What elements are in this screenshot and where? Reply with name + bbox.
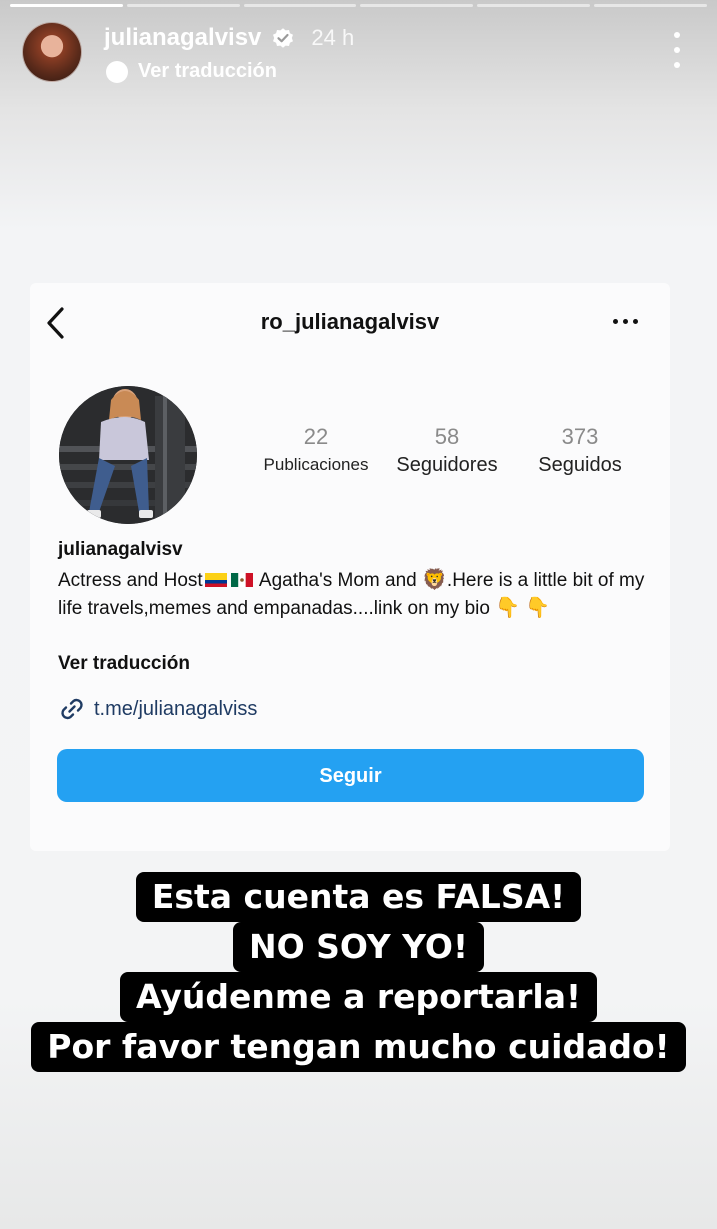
bio-translate-link[interactable]: Ver traducción — [58, 653, 190, 675]
profile-bio: Actress and Host Agatha's Mom and 🦁.Here… — [58, 567, 648, 623]
verified-badge-icon — [273, 28, 294, 48]
stat-posts-label: Publicaciones — [263, 455, 369, 474]
warning-caption: Esta cuenta es FALSA! NO SOY YO! Ayúdenm… — [0, 872, 717, 1072]
stat-following[interactable]: 373 Seguidos — [517, 423, 643, 479]
story-username[interactable]: julianagalvisv — [104, 24, 261, 52]
story-translate-label: Ver traducción — [138, 60, 277, 82]
story-user-row: julianagalvisv 24 h — [104, 24, 354, 52]
stat-posts[interactable]: 22 Publicaciones — [255, 423, 377, 479]
mexico-flag-icon — [230, 573, 253, 587]
caption-line: Por favor tengan mucho cuidado! — [31, 1022, 686, 1072]
menu-dot-icon — [674, 32, 680, 38]
stat-following-value: 373 — [561, 424, 599, 449]
profile-link[interactable]: t.me/julianagalviss — [58, 695, 257, 723]
progress-segment — [360, 4, 474, 7]
profile-screenshot: ro_julianagalvisv 22 Publicaciones 58 Se… — [30, 283, 670, 851]
stat-posts-value: 22 — [303, 424, 329, 449]
more-options-icon[interactable] — [613, 319, 638, 324]
progress-segment — [594, 4, 707, 7]
stat-followers[interactable]: 58 Seguidores — [377, 423, 517, 479]
pointing-down-emoji-icon: 👇 — [495, 597, 521, 619]
story-menu-button[interactable] — [665, 32, 689, 68]
bio-text-part: Actress and Host — [58, 570, 203, 591]
profile-stats: 22 Publicaciones 58 Seguidores 373 Segui… — [255, 423, 643, 479]
progress-segment — [10, 4, 123, 7]
progress-segment — [243, 4, 357, 7]
story-progress-bar — [10, 4, 707, 7]
colombia-flag-icon — [204, 573, 227, 587]
caption-line: Esta cuenta es FALSA! — [135, 872, 582, 922]
caption-line: Ayúdenme a reportarla! — [119, 972, 598, 1022]
profile-photo-image — [59, 386, 197, 524]
stat-followers-value: 58 — [434, 424, 460, 449]
stat-following-label: Seguidos — [538, 454, 622, 476]
progress-segment — [477, 4, 591, 7]
story-header: julianagalvisv 24 h Ver traducción — [22, 20, 695, 90]
story-avatar[interactable] — [22, 22, 82, 82]
caption-line: NO SOY YO! — [232, 922, 484, 972]
profile-link-text: t.me/julianagalviss — [94, 697, 258, 720]
menu-dot-icon — [674, 62, 680, 68]
progress-segment — [126, 4, 240, 7]
pointing-down-emoji-icon: 👇 — [525, 597, 551, 619]
profile-name: julianagalvisv — [58, 539, 183, 560]
follow-button[interactable]: Seguir — [57, 749, 644, 802]
story-translate-button[interactable]: Ver traducción — [106, 60, 277, 83]
profile-handle: ro_julianagalvisv — [260, 309, 440, 334]
bio-text-part: Agatha's Mom and — [258, 570, 417, 591]
translate-icon — [106, 60, 128, 83]
lion-emoji-icon: 🦁 — [422, 569, 447, 591]
link-icon — [61, 698, 83, 720]
profile-avatar — [59, 386, 197, 524]
story-timestamp: 24 h — [311, 25, 355, 50]
menu-dot-icon — [674, 47, 680, 53]
stat-followers-label: Seguidores — [396, 454, 498, 476]
